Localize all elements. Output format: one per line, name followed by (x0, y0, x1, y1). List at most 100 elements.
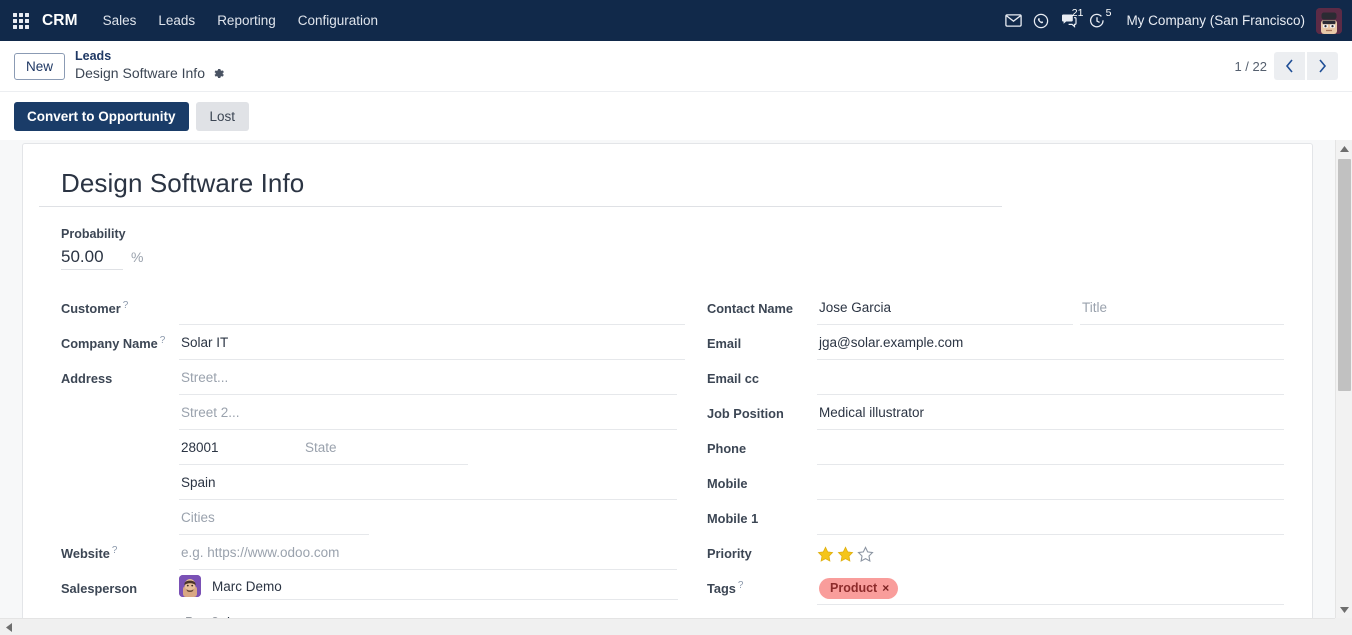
mobile-input[interactable] (817, 467, 1284, 500)
job-position-input[interactable]: Medical illustrator (817, 397, 1284, 430)
whatsapp-icon[interactable] (1028, 6, 1054, 36)
contact-title-input[interactable]: Title (1080, 292, 1284, 325)
tags-help-icon[interactable]: ? (738, 581, 744, 591)
sales-team-input[interactable]: Pre-Sales (179, 607, 685, 618)
field-email-cc: Email cc (707, 362, 1284, 397)
contact-name-label: Contact Name (707, 301, 794, 316)
field-address-street2: Street 2... (61, 397, 685, 432)
customer-label: Customer ? (61, 300, 129, 317)
probability-label: Probability (61, 227, 126, 241)
breadcrumb-current: Design Software Info (75, 65, 225, 83)
sheet-scroll-area: Design Software Info Probability 50.00 %… (0, 140, 1335, 618)
website-help-icon[interactable]: ? (112, 546, 118, 556)
field-address-street: Address Street... (61, 362, 685, 397)
address-country-input[interactable]: Spain (179, 467, 677, 500)
nav-menu-leads[interactable]: Leads (147, 9, 206, 32)
address-state-input[interactable]: State (303, 432, 468, 465)
probability-input[interactable]: 50.00 (61, 247, 123, 270)
salesperson-input[interactable]: Marc Demo (210, 572, 678, 600)
pager-counter: 1 / 22 (1234, 58, 1267, 74)
convert-to-opportunity-button[interactable]: Convert to Opportunity (14, 102, 189, 131)
activities-badge: 5 (1105, 6, 1112, 19)
tags-input[interactable]: Product × (817, 572, 1284, 605)
address-label: Address (61, 371, 113, 386)
vertical-scrollbar[interactable] (1335, 140, 1352, 618)
field-salesperson: Salesperson Marc Demo (61, 572, 685, 607)
chevron-right-icon[interactable] (1307, 52, 1338, 80)
new-record-button[interactable]: New (14, 52, 66, 80)
priority-star-rating[interactable] (817, 537, 1284, 563)
chevron-left-icon[interactable] (1274, 52, 1305, 80)
website-input[interactable]: e.g. https://www.odoo.com (179, 537, 677, 570)
activities-clock-icon[interactable]: 5 (1084, 6, 1112, 36)
pager-buttons (1274, 52, 1338, 80)
address-zip-input[interactable]: 28001 (179, 432, 303, 465)
nav-menu-configuration[interactable]: Configuration (287, 9, 389, 32)
field-email: Email jga@solar.example.com (707, 327, 1284, 362)
field-phone: Phone (707, 432, 1284, 467)
star-icon-3[interactable] (857, 546, 874, 563)
messages-icon[interactable]: 21 (1056, 6, 1083, 36)
mail-icon[interactable] (1000, 6, 1026, 36)
breadcrumb: Leads Design Software Info (75, 49, 225, 82)
sales-team-label: Sales Team (61, 607, 179, 618)
scroll-left-icon[interactable] (0, 619, 17, 635)
avatar[interactable] (1316, 7, 1342, 34)
company-switcher[interactable]: My Company (San Francisco) (1126, 13, 1305, 28)
company-name-help-icon[interactable]: ? (160, 336, 166, 346)
email-input[interactable]: jga@solar.example.com (817, 327, 1284, 360)
gear-icon[interactable] (212, 67, 225, 80)
address-city-input[interactable]: Cities (179, 502, 369, 535)
page-title[interactable]: Design Software Info (39, 168, 1002, 207)
salesperson-label: Salesperson (61, 581, 138, 596)
probability-unit: % (131, 249, 144, 265)
mobile1-input[interactable] (817, 502, 1284, 535)
customer-help-icon[interactable]: ? (123, 301, 129, 311)
record-form-sheet: Design Software Info Probability 50.00 %… (22, 143, 1313, 618)
website-label: Website ? (61, 545, 118, 562)
field-address-city: Cities (61, 502, 685, 537)
field-mobile: Mobile (707, 467, 1284, 502)
email-cc-input[interactable] (817, 362, 1284, 395)
pager: 1 / 22 (1234, 52, 1338, 80)
phone-label: Phone (707, 441, 747, 456)
email-label: Email (707, 336, 742, 351)
company-name-input[interactable]: Solar IT (179, 327, 685, 360)
priority-label: Priority (707, 546, 752, 561)
vertical-scrollbar-thumb[interactable] (1338, 159, 1351, 391)
field-sales-team: Sales Team Pre-Sales (61, 607, 685, 618)
tag-label: Product (830, 581, 878, 595)
breadcrumb-parent-leads[interactable]: Leads (75, 49, 225, 65)
navbar-right-group: 21 5 My Company (San Francisco) (1000, 6, 1344, 36)
scroll-down-icon[interactable] (1336, 601, 1352, 618)
field-priority: Priority (707, 537, 1284, 572)
nav-menu-sales[interactable]: Sales (92, 9, 148, 32)
close-icon[interactable]: × (882, 582, 889, 594)
field-address-country: Spain (61, 467, 685, 502)
scrollbar-corner (1335, 618, 1352, 635)
tags-label: Tags ? (707, 580, 744, 597)
address-street-input[interactable]: Street... (179, 362, 677, 395)
email-cc-label: Email cc (707, 371, 759, 386)
job-position-label: Job Position (707, 406, 784, 421)
field-job-position: Job Position Medical illustrator (707, 397, 1284, 432)
field-website: Website ? e.g. https://www.odoo.com (61, 537, 685, 572)
mark-lost-button[interactable]: Lost (195, 102, 250, 131)
horizontal-scrollbar[interactable] (0, 618, 1335, 635)
contact-name-input[interactable]: Jose Garcia (817, 292, 1073, 325)
app-brand-crm[interactable]: CRM (42, 12, 78, 30)
field-customer: Customer ? (61, 292, 685, 327)
star-icon-1[interactable] (817, 546, 834, 563)
probability-field: Probability 50.00 % (61, 227, 1284, 270)
phone-input[interactable] (817, 432, 1284, 465)
scroll-up-icon[interactable] (1336, 140, 1352, 157)
zip-state-row: 28001 State (179, 432, 468, 465)
company-name-label: Company Name ? (61, 335, 166, 352)
field-mobile1: Mobile 1 (707, 502, 1284, 537)
address-street2-input[interactable]: Street 2... (179, 397, 677, 430)
status-badge[interactable]: Product × (819, 578, 899, 599)
nav-menu-reporting[interactable]: Reporting (206, 9, 287, 32)
star-icon-2[interactable] (837, 546, 854, 563)
apps-grid-icon[interactable] (6, 0, 36, 41)
customer-input[interactable] (179, 292, 685, 325)
